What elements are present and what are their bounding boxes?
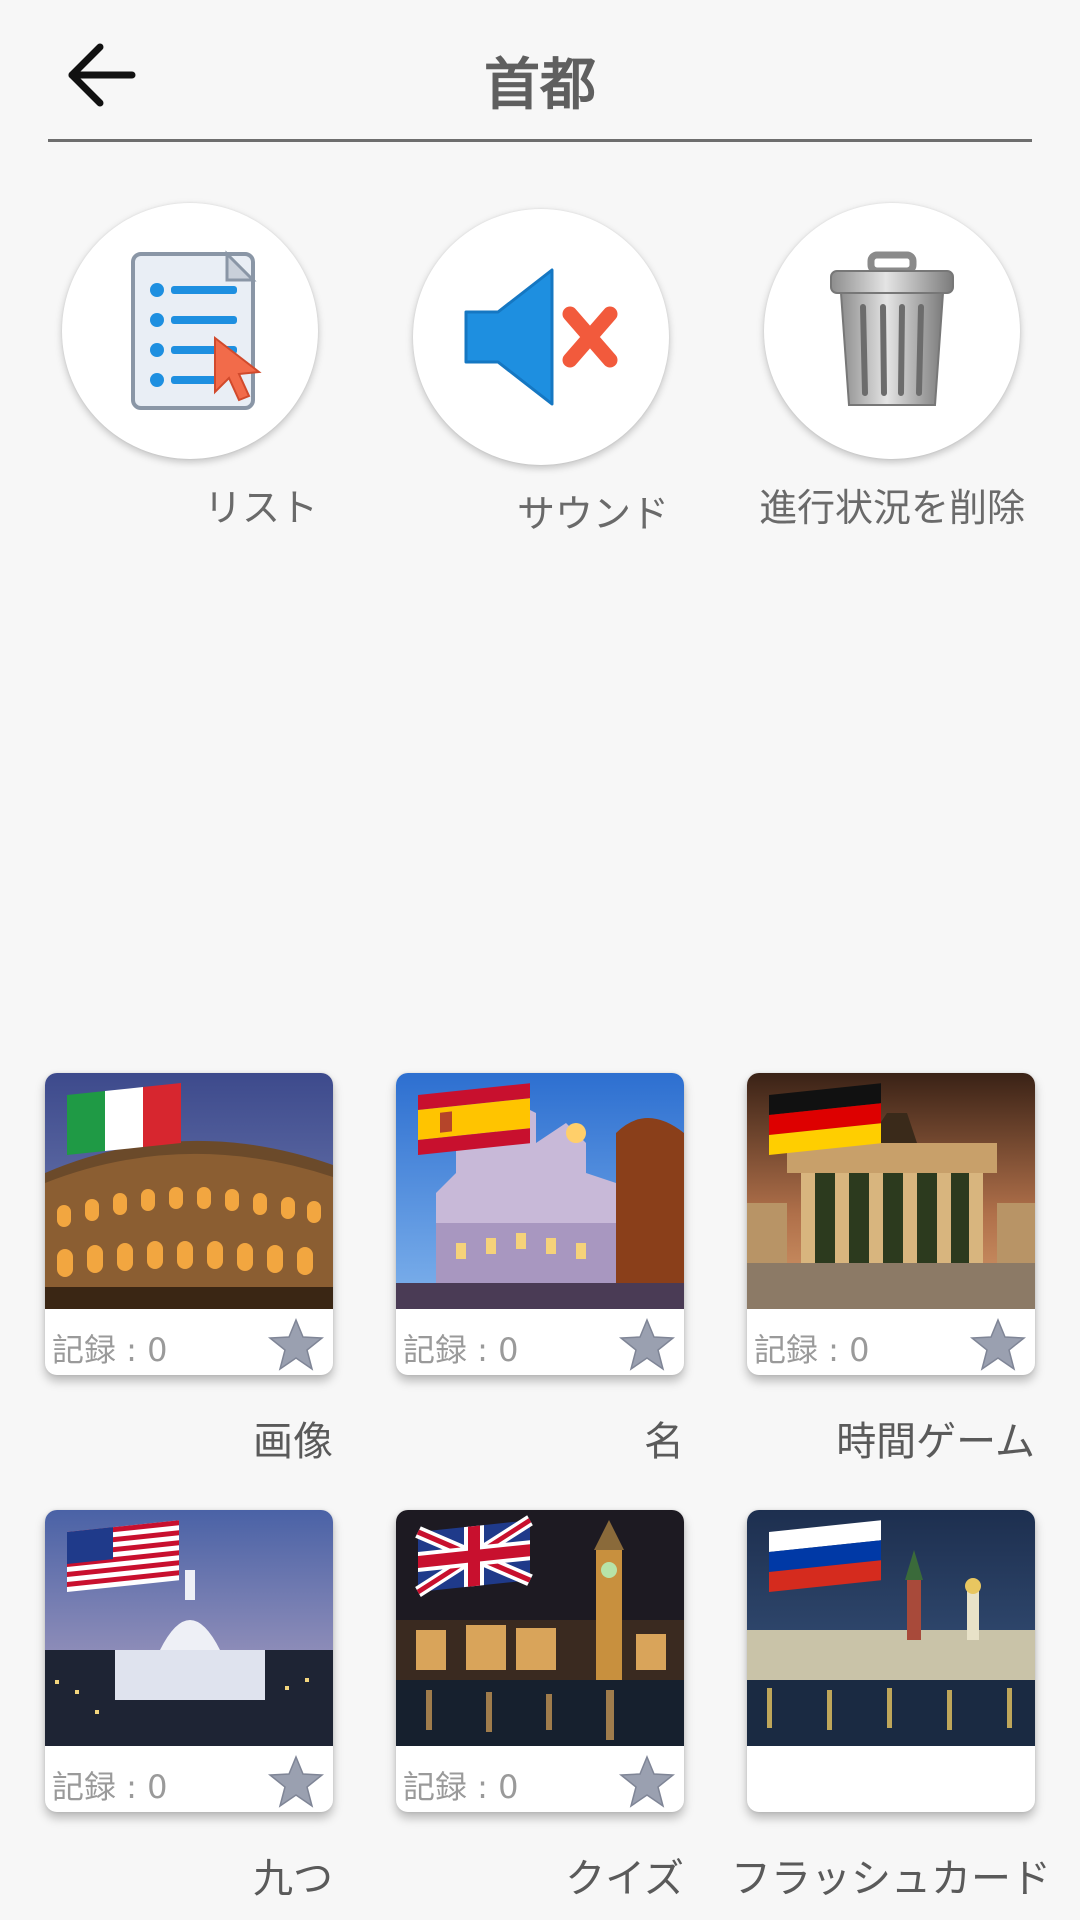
card-footer: 記録 : 0: [45, 1746, 333, 1812]
star-icon: [969, 1318, 1027, 1371]
card-footer: 記録 : 0: [747, 1309, 1035, 1375]
app-header: 首都: [0, 0, 1080, 145]
mode-card: [747, 1510, 1035, 1812]
usa-flag: [67, 1520, 179, 1592]
card-footer: 記録 : 0: [45, 1309, 333, 1375]
list-label: リスト: [203, 486, 318, 530]
card-footer: [747, 1746, 1035, 1812]
sound-circle: [413, 209, 669, 465]
mode-card: 記録 : 0: [45, 1510, 333, 1812]
record-text: 記録 : 0: [403, 1331, 519, 1369]
mode-card-flashcards[interactable]: フラッシュカード: [731, 1510, 1051, 1904]
mode-card-names[interactable]: 記録 : 0 名: [396, 1073, 684, 1467]
mode-card-quiz[interactable]: 記録 : 0 クイズ: [396, 1510, 684, 1904]
header-divider: [48, 139, 1032, 142]
sound-muted-icon: [464, 268, 618, 406]
mode-label: 名: [644, 1419, 684, 1465]
list-circle: [62, 203, 318, 459]
page-title: 首都: [484, 53, 596, 118]
mode-card: 記録 : 0: [747, 1073, 1035, 1375]
list-button[interactable]: リスト: [62, 203, 318, 532]
mode-label: フラッシュカード: [731, 1856, 1051, 1902]
record-text: 記録 : 0: [52, 1768, 168, 1806]
card-footer: 記録 : 0: [396, 1746, 684, 1812]
italy-flag: [67, 1083, 181, 1155]
sound-label: サウンド: [516, 492, 669, 536]
star-icon: [267, 1755, 325, 1808]
spain-flag: [418, 1083, 530, 1155]
list-document-icon: [131, 250, 262, 410]
mode-card-images[interactable]: 記録 : 0 画像: [45, 1073, 333, 1467]
star-icon: [618, 1755, 676, 1808]
record-text: 記録 : 0: [52, 1331, 168, 1369]
star-icon: [267, 1318, 325, 1371]
record-text: 記録 : 0: [754, 1331, 870, 1369]
mode-label: 九つ: [253, 1856, 333, 1902]
madrid-image: [396, 1073, 684, 1309]
sound-toggle-button[interactable]: サウンド: [413, 209, 669, 538]
delete-circle: [764, 203, 1020, 459]
mode-card: 記録 : 0: [396, 1510, 684, 1812]
mode-label: 時間ゲーム: [836, 1419, 1035, 1465]
trash-can-icon: [830, 251, 954, 406]
mode-card-time-game[interactable]: 記録 : 0 時間ゲーム: [747, 1073, 1035, 1467]
germany-flag: [769, 1083, 881, 1155]
uk-flag: [415, 1515, 533, 1597]
delete-progress-label: 進行状況を削除: [758, 486, 1026, 530]
mode-card-nine[interactable]: 記録 : 0 九つ: [45, 1510, 333, 1904]
big-ben-image: [396, 1510, 684, 1746]
card-footer: 記録 : 0: [396, 1309, 684, 1375]
mode-card: 記録 : 0: [45, 1073, 333, 1375]
delete-progress-button[interactable]: 進行状況を削除: [759, 203, 1025, 532]
capitol-image: [45, 1510, 333, 1746]
mode-label: クイズ: [565, 1856, 684, 1902]
mode-label: 画像: [253, 1419, 333, 1465]
colosseum-image: [45, 1073, 333, 1309]
brandenburg-gate-image: [747, 1073, 1035, 1309]
mode-card: 記録 : 0: [396, 1073, 684, 1375]
record-text: 記録 : 0: [403, 1768, 519, 1806]
kremlin-image: [747, 1510, 1035, 1746]
russia-flag: [769, 1520, 881, 1592]
star-icon: [618, 1318, 676, 1371]
